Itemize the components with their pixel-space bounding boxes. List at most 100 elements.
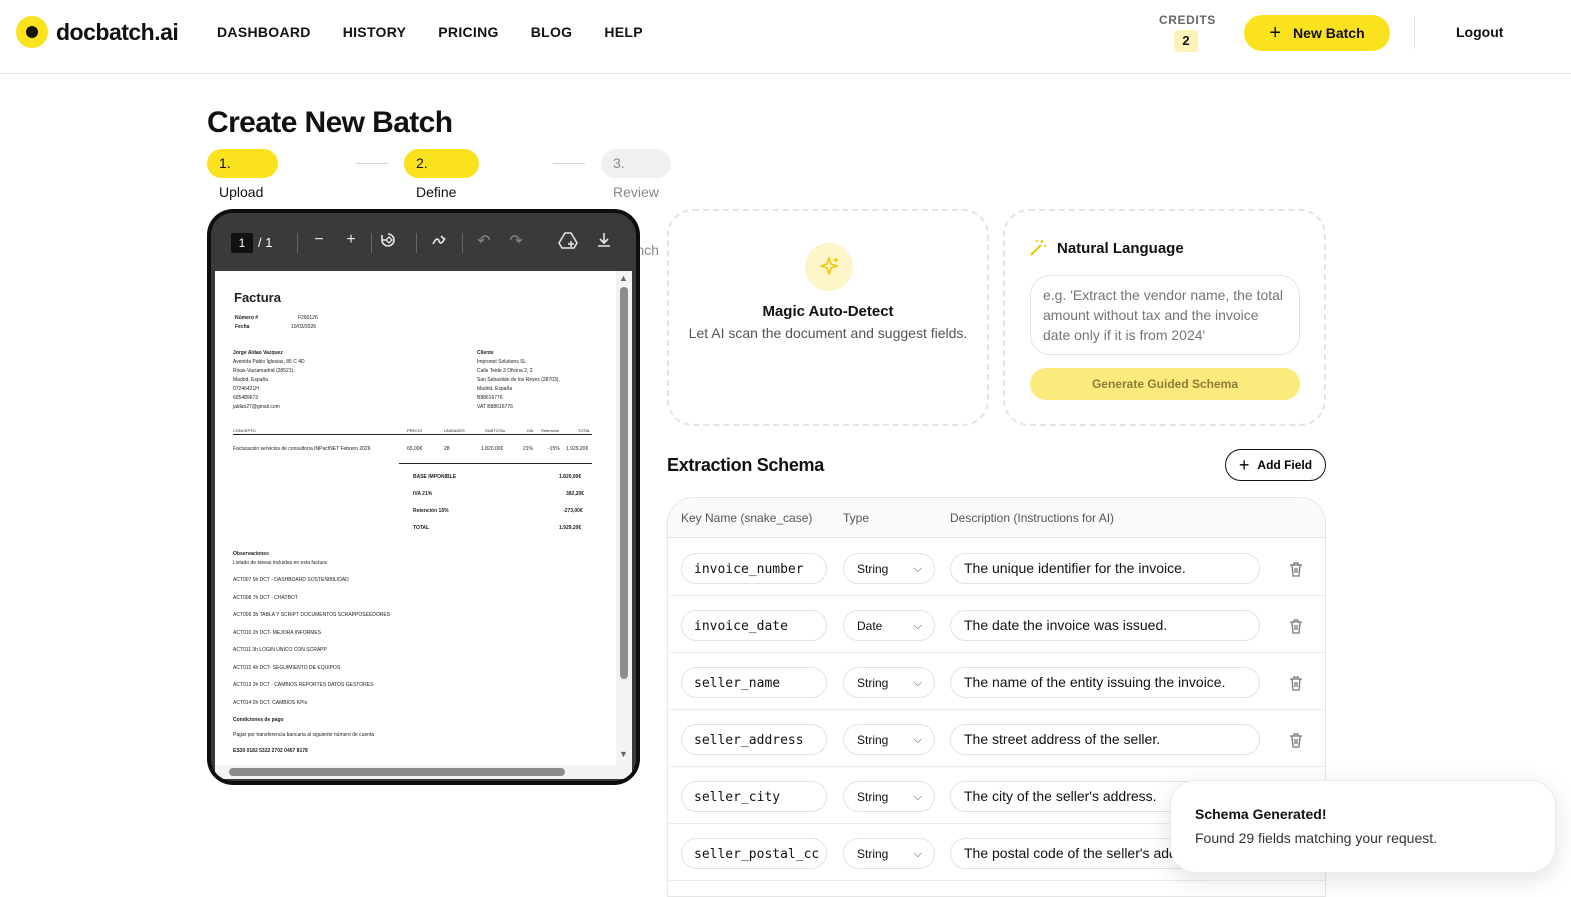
horizontal-scrollbar[interactable]: [215, 765, 632, 779]
doc-line-price: 65,00€: [407, 446, 423, 452]
doc-task: ACT009 3h TABLA Y SCRIPT DOCUMENTOS SCRA…: [233, 612, 390, 618]
key-name-input[interactable]: invoice_date: [681, 610, 827, 641]
trash-icon[interactable]: [1287, 731, 1305, 749]
doc-pay-title: Condiciones de pago: [233, 717, 284, 723]
key-name-input[interactable]: seller_name: [681, 667, 827, 698]
doc-total-value: 382,20€: [566, 491, 585, 497]
doc-line-total: 1.929,20€: [566, 446, 589, 452]
trash-icon[interactable]: [1287, 674, 1305, 692]
table-row: seller_name String ⌵ The name of the enti…: [668, 653, 1325, 710]
doc-task: ACT010 2h DCT- MEJORA INFORMES: [233, 630, 322, 636]
description-input[interactable]: The street address of the seller.: [950, 724, 1260, 755]
natural-language-input[interactable]: [1030, 275, 1300, 355]
step-define-schema[interactable]: 2. Define Schema: [404, 149, 480, 229]
toast-message: Found 29 fields matching your request.: [1195, 830, 1438, 846]
description-input[interactable]: The name of the entity issuing the invoi…: [950, 667, 1260, 698]
doc-client-line: Madrid, España: [477, 386, 513, 392]
description-input[interactable]: The date the invoice was issued.: [950, 610, 1260, 641]
nav-help[interactable]: HELP: [604, 24, 643, 40]
new-batch-button[interactable]: + New Batch: [1244, 15, 1390, 51]
doc-col-header: UNIDADES: [444, 428, 465, 433]
trash-icon[interactable]: [1287, 617, 1305, 635]
extraction-schema-title: Extraction Schema: [667, 455, 824, 475]
zoom-in-icon[interactable]: +: [341, 231, 361, 249]
type-value: String: [857, 847, 889, 861]
step-upload-sample[interactable]: 1. Upload Sample: [207, 149, 279, 229]
natural-language-title: Natural Language: [1057, 239, 1184, 257]
vertical-scrollbar[interactable]: ▲ ▼: [616, 271, 632, 765]
logo-mark-icon: [16, 16, 48, 48]
credits-label: CREDITS: [1159, 13, 1216, 27]
doc-line-retencion: -15%: [548, 446, 560, 452]
toolbar-divider: [371, 233, 372, 253]
doc-seller-line: Rivas-Vaciamadrid (28521),: [233, 368, 295, 374]
type-select[interactable]: String ⌵: [843, 724, 935, 755]
type-select[interactable]: String ⌵: [843, 781, 935, 812]
key-name-input[interactable]: seller_address: [681, 724, 827, 755]
doc-total-value: -273,00€: [563, 508, 583, 514]
top-navigation-bar: docbatch.ai DASHBOARD HISTORY PRICING BL…: [0, 0, 1571, 74]
step-review-launch[interactable]: 3. Review & Launch: [601, 149, 671, 258]
download-icon[interactable]: [594, 231, 614, 254]
type-select[interactable]: String ⌵: [843, 667, 935, 698]
toast-notification[interactable]: Schema Generated! Found 29 fields matchi…: [1170, 780, 1556, 873]
doc-total-label: Retención 15%: [413, 508, 449, 514]
doc-col-header: TOTAL: [578, 428, 591, 433]
doc-task: ACT014 2h DCT. CAMBIOS KPIs: [233, 700, 308, 706]
description-input[interactable]: The unique identifier for the invoice.: [950, 553, 1260, 584]
doc-line-concept: Facturación servicios de consultoría INP…: [233, 446, 371, 452]
type-select[interactable]: String ⌵: [843, 838, 935, 869]
chevron-down-icon: ⌵: [913, 791, 922, 803]
scroll-up-icon[interactable]: ▲: [619, 273, 628, 283]
doc-task: ACT012 4h DCT- SEGUIMIENTO DE EQUIPOS: [233, 665, 341, 671]
nav-dashboard[interactable]: DASHBOARD: [217, 24, 311, 40]
redo-icon[interactable]: ↷: [506, 231, 526, 251]
pdf-page-area[interactable]: Factura Número # F260126 Fecha 10/03/202…: [215, 271, 632, 779]
save-to-drive-icon[interactable]: [558, 231, 578, 254]
undo-icon[interactable]: ↶: [474, 231, 494, 251]
table-row: invoice_date Date ⌵ The date the invoice …: [668, 596, 1325, 653]
nav-history[interactable]: HISTORY: [343, 24, 407, 40]
doc-client-line: Calle Teide 3 Oficina 2, 2: [477, 368, 533, 374]
doc-col-header: SUBTOTAL: [485, 428, 506, 433]
rotate-icon[interactable]: [378, 231, 398, 254]
pdf-toolbar: 1 / 1 − + ↶ ↷: [211, 213, 636, 269]
page-number-input[interactable]: 1: [231, 233, 253, 253]
doc-task: ACT013 2h DCT - CAMBIOS REPORTES DATOS G…: [233, 682, 374, 688]
chevron-down-icon: ⌵: [913, 734, 922, 746]
generate-guided-schema-button[interactable]: Generate Guided Schema: [1030, 368, 1300, 400]
nav-pricing[interactable]: PRICING: [438, 24, 498, 40]
doc-col-header: PRECIO: [407, 428, 423, 433]
key-name-input[interactable]: seller_city: [681, 781, 827, 812]
logout-button[interactable]: Logout: [1456, 24, 1503, 40]
draw-icon[interactable]: [429, 231, 449, 254]
key-name-input[interactable]: seller_postal_cc: [681, 838, 827, 869]
type-select[interactable]: Date ⌵: [843, 610, 935, 641]
main-nav: DASHBOARD HISTORY PRICING BLOG HELP: [217, 24, 643, 40]
doc-col-header: CONCEPTO: [233, 428, 256, 433]
toolbar-divider: [462, 233, 463, 253]
magic-subtitle: Let AI scan the document and suggest fie…: [688, 325, 968, 341]
scroll-thumb[interactable]: [229, 768, 565, 776]
key-name-input[interactable]: invoice_number: [681, 553, 827, 584]
doc-fecha-value: 10/03/2026: [291, 324, 317, 330]
schema-table-header: Key Name (snake_case) Type Description (…: [668, 498, 1325, 538]
invoice-document: Factura Número # F260126 Fecha 10/03/202…: [215, 271, 616, 765]
credits-value: 2: [1174, 30, 1198, 52]
col-key-name: Key Name (snake_case): [681, 511, 813, 525]
zoom-out-icon[interactable]: −: [309, 231, 329, 249]
col-description: Description (Instructions for AI): [950, 511, 1115, 525]
doc-client-line: Cliente: [477, 350, 494, 356]
logo[interactable]: docbatch.ai: [16, 16, 179, 48]
add-field-button[interactable]: + Add Field: [1225, 449, 1326, 481]
toolbar-divider: [297, 233, 298, 253]
magic-auto-detect-card[interactable]: Magic Auto-Detect Let AI scan the docume…: [667, 209, 989, 426]
scroll-down-icon[interactable]: ▼: [619, 749, 628, 759]
scroll-thumb[interactable]: [620, 287, 628, 679]
type-value: String: [857, 676, 889, 690]
doc-title: Factura: [234, 290, 281, 305]
step-connector: [356, 163, 388, 164]
trash-icon[interactable]: [1287, 560, 1305, 578]
nav-blog[interactable]: BLOG: [531, 24, 573, 40]
type-select[interactable]: String ⌵: [843, 553, 935, 584]
